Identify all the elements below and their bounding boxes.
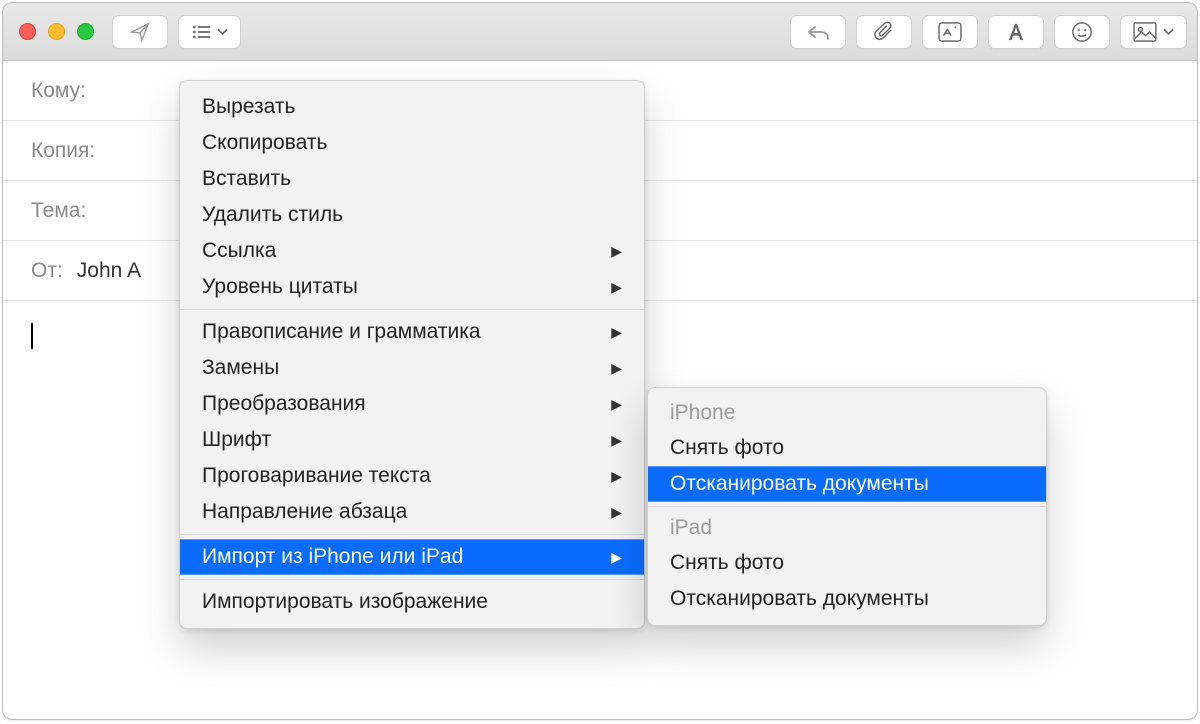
submenu-item-iphone-scan-docs[interactable]: Отсканировать документы	[648, 466, 1046, 502]
titlebar	[3, 3, 1197, 61]
from-value: John A	[77, 259, 141, 283]
menu-item-font[interactable]: Шрифт▶	[180, 422, 644, 458]
submenu-header-iphone: iPhone	[648, 396, 1046, 430]
mail-compose-window: Кому: Копия: Тема: От: John A Вырезать С…	[2, 2, 1198, 720]
menu-separator	[648, 506, 1046, 507]
fullscreen-window-button[interactable]	[77, 23, 94, 40]
paper-plane-icon	[129, 21, 151, 43]
submenu-item-ipad-scan-docs[interactable]: Отсканировать документы	[648, 581, 1046, 617]
menu-item-copy[interactable]: Скопировать	[180, 125, 644, 161]
chevron-down-icon	[1163, 28, 1174, 36]
menu-item-remove-style[interactable]: Удалить стиль	[180, 197, 644, 233]
submenu-arrow-icon: ▶	[611, 504, 622, 521]
chevron-down-icon	[217, 28, 228, 36]
menu-separator	[180, 579, 644, 580]
reply-arrow-icon	[806, 23, 830, 41]
menu-item-spelling[interactable]: Правописание и грамматика▶	[180, 314, 644, 350]
markup-button[interactable]	[922, 15, 978, 49]
menu-item-import-from-device[interactable]: Импорт из iPhone или iPad▶	[180, 539, 644, 575]
emoji-button[interactable]	[1054, 15, 1110, 49]
paperclip-icon	[874, 21, 894, 43]
format-a-icon	[1006, 22, 1026, 42]
submenu-arrow-icon: ▶	[611, 324, 622, 341]
menu-item-paste[interactable]: Вставить	[180, 161, 644, 197]
menu-item-import-image[interactable]: Импортировать изображение	[180, 584, 644, 620]
photo-browser-dropdown[interactable]	[1120, 15, 1187, 49]
to-label: Кому:	[31, 79, 86, 103]
attach-button[interactable]	[856, 15, 912, 49]
submenu-item-iphone-take-photo[interactable]: Снять фото	[648, 430, 1046, 466]
submenu-header-ipad: iPad	[648, 511, 1046, 545]
close-window-button[interactable]	[19, 23, 36, 40]
from-label: От:	[31, 259, 63, 283]
menu-item-substitutions[interactable]: Замены▶	[180, 350, 644, 386]
minimize-window-button[interactable]	[48, 23, 65, 40]
submenu-arrow-icon: ▶	[611, 432, 622, 449]
window-controls	[19, 23, 94, 40]
photo-icon	[1133, 22, 1157, 42]
submenu-arrow-icon: ▶	[611, 549, 622, 566]
menu-item-speech[interactable]: Проговаривание текста▶	[180, 458, 644, 494]
cc-label: Копия:	[31, 139, 95, 163]
menu-item-transformations[interactable]: Преобразования▶	[180, 386, 644, 422]
reply-button[interactable]	[790, 15, 846, 49]
import-device-submenu: iPhone Снять фото Отсканировать документ…	[647, 387, 1047, 626]
submenu-arrow-icon: ▶	[611, 360, 622, 377]
menu-separator	[180, 309, 644, 310]
subject-label: Тема:	[31, 199, 86, 223]
list-icon	[191, 23, 211, 41]
smiley-icon	[1071, 21, 1093, 43]
header-fields-dropdown[interactable]	[178, 15, 241, 49]
submenu-arrow-icon: ▶	[611, 468, 622, 485]
menu-item-quote-level[interactable]: Уровень цитаты▶	[180, 269, 644, 305]
text-cursor	[31, 323, 33, 349]
send-button[interactable]	[112, 15, 168, 49]
menu-item-paragraph-direction[interactable]: Направление абзаца▶	[180, 494, 644, 530]
menu-separator	[180, 534, 644, 535]
markup-icon	[938, 22, 962, 42]
submenu-arrow-icon: ▶	[611, 279, 622, 296]
menu-item-link[interactable]: Ссылка▶	[180, 233, 644, 269]
menu-item-cut[interactable]: Вырезать	[180, 89, 644, 125]
context-menu: Вырезать Скопировать Вставить Удалить ст…	[179, 80, 645, 629]
submenu-item-ipad-take-photo[interactable]: Снять фото	[648, 545, 1046, 581]
submenu-arrow-icon: ▶	[611, 396, 622, 413]
submenu-arrow-icon: ▶	[611, 243, 622, 260]
format-button[interactable]	[988, 15, 1044, 49]
